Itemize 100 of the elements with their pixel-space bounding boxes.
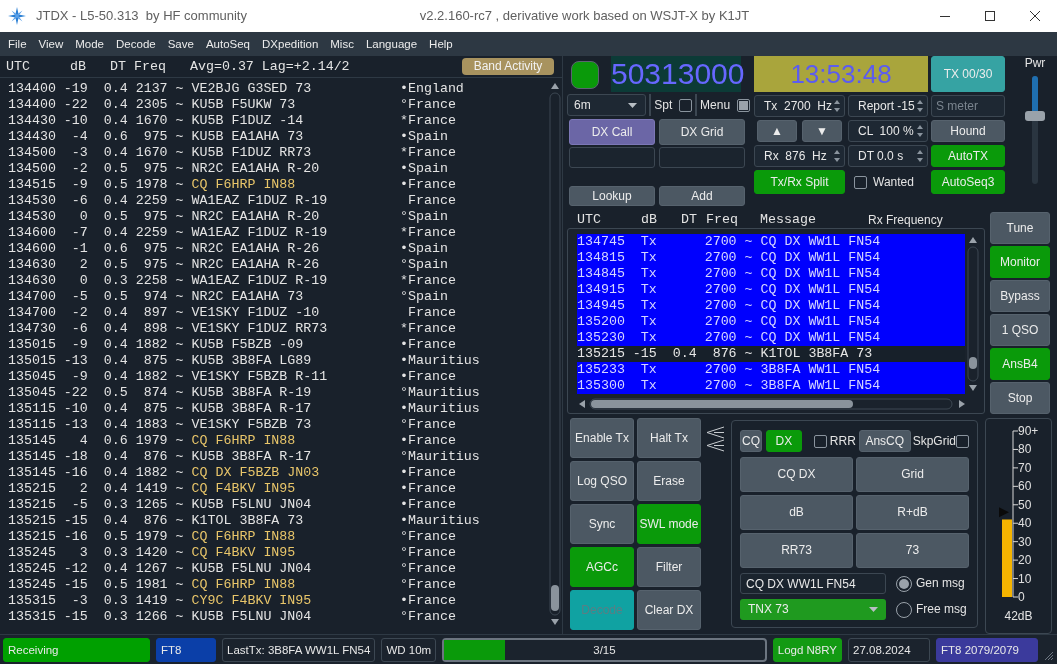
sent-message-row[interactable]: 135233 Tx 2700 ~ 3B8FA WW1L FN54 [577, 362, 965, 379]
message-button[interactable]: dB [740, 495, 853, 530]
dx-grid-field[interactable] [659, 147, 745, 168]
message-field[interactable]: CQ DX WW1L FN54 [740, 573, 886, 594]
radio-button[interactable] [896, 601, 912, 618]
country-label: °Spain [400, 289, 448, 305]
horizontal-scrollbar[interactable] [577, 397, 967, 412]
action-button[interactable]: Clear DX [637, 590, 701, 630]
message-button[interactable]: R+dB [856, 495, 969, 530]
menu-item[interactable]: Help [423, 32, 459, 56]
message-button[interactable]: 73 [856, 533, 969, 568]
lookup-button[interactable]: Lookup [569, 186, 655, 207]
progress-text: 3/15 [592, 642, 617, 658]
sent-message-row[interactable]: 135300 Tx 2700 ~ 3B8FA WW1L FN54 [577, 378, 965, 395]
message-button[interactable]: CQ DX [740, 457, 853, 492]
decode-line: 134600 -7 0.4 2259 ~ [8, 225, 184, 241]
auto-tx-button[interactable]: AutoTX [931, 145, 1005, 167]
sent-message-row[interactable]: 134945 Tx 2700 ~ CQ DX WW1L FN54 [577, 298, 965, 315]
sent-message-row[interactable]: 134745 Tx 2700 ~ CQ DX WW1L FN54 [577, 234, 965, 251]
decode-line: 135145 -16 0.4 1882 ~ [8, 465, 184, 481]
resize-grip-icon[interactable] [1044, 651, 1054, 661]
time-offset-spinner[interactable]: DT 0.0 s [848, 145, 928, 167]
country-label: •England [400, 81, 464, 97]
split-button[interactable]: Tx/Rx Split [754, 170, 845, 194]
checkbox[interactable] [679, 98, 693, 112]
step-button[interactable]: ▲ [757, 120, 797, 142]
sent-message-row[interactable]: 134815 Tx 2700 ~ CQ DX WW1L FN54 [577, 250, 965, 267]
action-button[interactable]: Erase [637, 461, 701, 501]
decode-line: 135315 -3 0.3 1419 ~ [8, 593, 184, 609]
radio-button[interactable] [896, 575, 912, 592]
control-button[interactable]: Bypass [990, 280, 1050, 313]
country-label: •France [400, 369, 456, 385]
auto-sequence-button[interactable]: AutoSeq3 [931, 170, 1005, 194]
menu-item[interactable]: Mode [69, 32, 111, 56]
action-button[interactable]: Sync [570, 504, 634, 544]
rx-frequency-spinner[interactable]: Rx 876 Hz [754, 145, 845, 167]
s-meter-field[interactable]: S meter [931, 95, 1005, 117]
ans-cq-button[interactable]: AnsCQ [858, 430, 911, 452]
control-button[interactable]: Tune [990, 212, 1050, 245]
menu-item[interactable]: Language [359, 32, 424, 56]
country-label: •France [400, 481, 456, 497]
action-button[interactable]: SWL mode [637, 504, 701, 544]
decode-line: 135015 -9 0.4 1882 ~ [8, 337, 184, 353]
tx-frequency-spinner[interactable]: Tx 2700 Hz [754, 95, 845, 117]
decode-message: WA1EAZ F1DUZ R-19 [191, 225, 328, 241]
decode-message: KU5B F1DUZ RR73 [191, 145, 312, 161]
control-button[interactable]: 1 QSO [990, 314, 1050, 347]
maximize-icon[interactable] [984, 11, 995, 21]
chevron-icon[interactable] [705, 439, 725, 452]
action-button[interactable]: Halt Tx [637, 418, 701, 458]
menu-item[interactable]: Decode [110, 32, 162, 56]
menu-item[interactable]: DXpedition [256, 32, 325, 56]
dx-button[interactable]: DX Grid [659, 119, 745, 145]
power-slider[interactable] [1025, 76, 1045, 185]
action-button[interactable]: Enable Tx [570, 418, 634, 458]
sent-message-row[interactable]: 135230 Tx 2700 ~ CQ DX WW1L FN54 [577, 330, 965, 347]
decode-line: 135245 3 0.3 1420 ~ [8, 545, 184, 561]
level-spinner[interactable]: CL 100 % [848, 120, 928, 142]
dx-button[interactable]: DX Call [569, 119, 655, 145]
menu-item[interactable]: AutoSeq [199, 32, 256, 56]
action-button[interactable]: Log QSO [570, 461, 634, 501]
message-button[interactable]: Grid [856, 457, 969, 492]
sent-message-row[interactable]: 135200 Tx 2700 ~ CQ DX WW1L FN54 [577, 314, 965, 331]
country-label: •France [400, 177, 456, 193]
checkbox[interactable] [854, 175, 867, 189]
checkbox[interactable] [813, 434, 827, 448]
control-button[interactable]: AnsB4 [990, 348, 1050, 381]
decode-line: 135115 -13 0.4 1883 ~ [8, 417, 184, 433]
menu-item[interactable]: Misc [324, 32, 360, 56]
chevron-icon[interactable] [705, 426, 725, 439]
dx-button[interactable]: DX [765, 430, 802, 452]
dx-call-field[interactable] [569, 147, 655, 168]
control-button[interactable]: Stop [990, 382, 1050, 415]
column-header: dB [70, 58, 87, 76]
action-button[interactable]: Filter [637, 547, 701, 587]
country-label: °Mauritius [400, 385, 480, 401]
sent-message-row[interactable]: 134845 Tx 2700 ~ CQ DX WW1L FN54 [577, 266, 965, 283]
decode-message: VE2BJG G3SED 73 [191, 81, 312, 97]
checkbox[interactable] [737, 98, 750, 112]
cq-button[interactable]: CQ [740, 430, 762, 452]
caret-icon [869, 607, 878, 612]
menu-item[interactable]: File [2, 32, 33, 56]
lookup-button[interactable]: Add [659, 186, 745, 207]
checkbox[interactable] [956, 434, 969, 448]
sent-message-row[interactable]: 134915 Tx 2700 ~ CQ DX WW1L FN54 [577, 282, 965, 299]
slider-thumb[interactable] [1025, 111, 1045, 122]
report-spinner[interactable]: Report -15 [848, 95, 928, 117]
action-button[interactable]: AGCc [570, 547, 634, 587]
hound-button[interactable]: Hound [931, 120, 1005, 142]
menu-item[interactable]: View [32, 32, 70, 56]
menu-item[interactable]: Save [161, 32, 200, 56]
step-button[interactable]: ▼ [802, 120, 842, 142]
message-button[interactable]: RR73 [740, 533, 853, 568]
country-label: •Spain [400, 129, 448, 145]
country-label: France [407, 193, 456, 209]
decode-message: KU5B F5BZB -09 [191, 337, 304, 353]
close-icon[interactable] [1029, 11, 1040, 21]
band-dropdown[interactable]: 6m [567, 94, 647, 116]
country-label: •France [400, 593, 456, 609]
decode-line: 135245 -12 0.4 1267 ~ [8, 561, 184, 577]
